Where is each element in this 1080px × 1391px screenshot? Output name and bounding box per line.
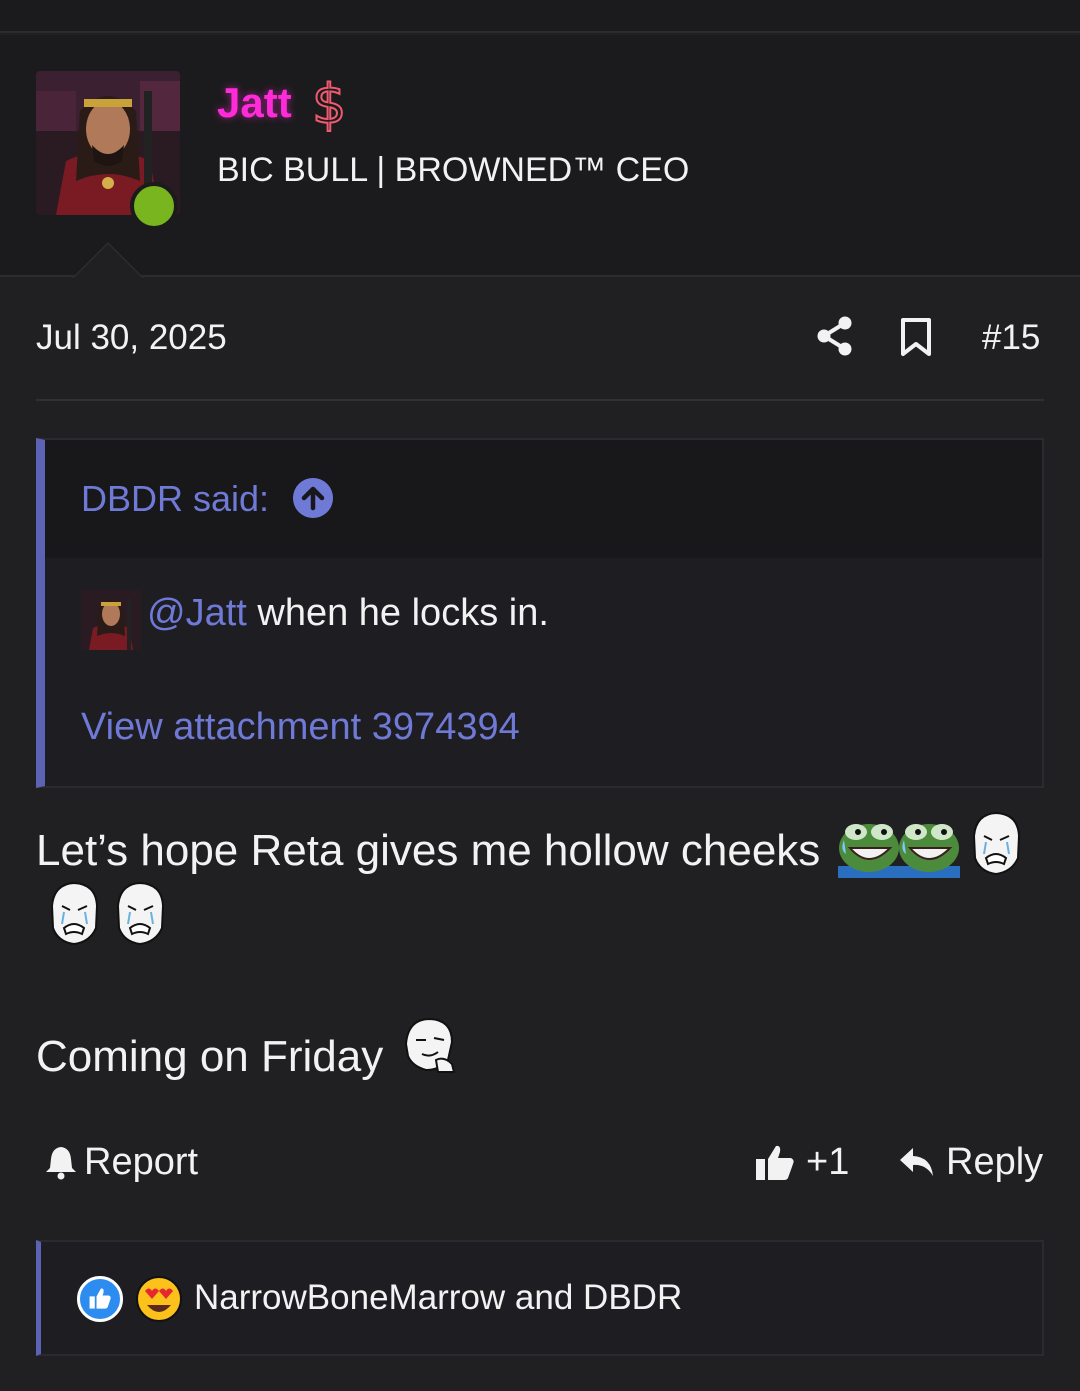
post-number[interactable]: #15 (982, 318, 1040, 358)
attachment-link[interactable]: View attachment 3974394 (81, 706, 520, 749)
quote-text: @Jatt when he locks in. (147, 592, 549, 635)
reactors-list[interactable]: NarrowBoneMarrow and DBDR (194, 1278, 682, 1318)
quote-block: DBDR said: @Jatt when he locks in. View … (36, 438, 1044, 788)
share-icon[interactable] (816, 316, 854, 356)
header-pointer-fill (74, 244, 142, 278)
user-title: BIC BULL | BROWNED™ CEO (217, 151, 690, 189)
crying-wojak-icon (116, 881, 165, 946)
like-count: +1 (806, 1140, 850, 1183)
divider (36, 399, 1044, 401)
report-button[interactable]: Report (44, 1140, 198, 1184)
pepe-laugh-icon (898, 824, 960, 878)
smug-wojak-icon (404, 1017, 456, 1073)
crying-wojak-icon (50, 881, 99, 946)
dollar-sign-icon: $ (311, 72, 347, 137)
heart-eyes-reaction-icon (136, 1276, 182, 1322)
thumbs-up-icon (756, 1145, 794, 1180)
bell-icon (46, 1147, 76, 1180)
quote-author[interactable]: DBDR said: (81, 478, 269, 520)
quote-text-body: when he locks in. (246, 592, 549, 634)
reply-label: Reply (946, 1140, 1044, 1183)
reactions-bar[interactable]: NarrowBoneMarrow and DBDR (36, 1240, 1044, 1356)
top-bar (0, 0, 1080, 33)
report-label: Report (84, 1140, 199, 1183)
online-status-dot (130, 182, 178, 230)
post-body-line: Let’s hope Reta gives me hollow cheeks (36, 826, 821, 875)
pepe-laugh-icon (838, 824, 900, 878)
crying-wojak-icon (972, 811, 1021, 876)
username[interactable]: Jatt (217, 79, 292, 127)
bookmark-icon[interactable] (899, 317, 933, 357)
post-body-line: Coming on Friday (36, 1032, 384, 1081)
arrow-up-icon[interactable] (293, 478, 333, 518)
reply-button[interactable]: Reply (898, 1140, 1043, 1184)
like-reaction-icon (77, 1276, 123, 1322)
post-user-header: Jatt $ BIC BULL | BROWNED™ CEO (0, 35, 1080, 277)
post-date[interactable]: Jul 30, 2025 (36, 318, 227, 358)
like-button[interactable]: +1 (754, 1140, 849, 1184)
reply-arrow-icon (900, 1148, 933, 1176)
user-mention[interactable]: @Jatt (147, 592, 247, 634)
quote-avatar (81, 590, 141, 650)
